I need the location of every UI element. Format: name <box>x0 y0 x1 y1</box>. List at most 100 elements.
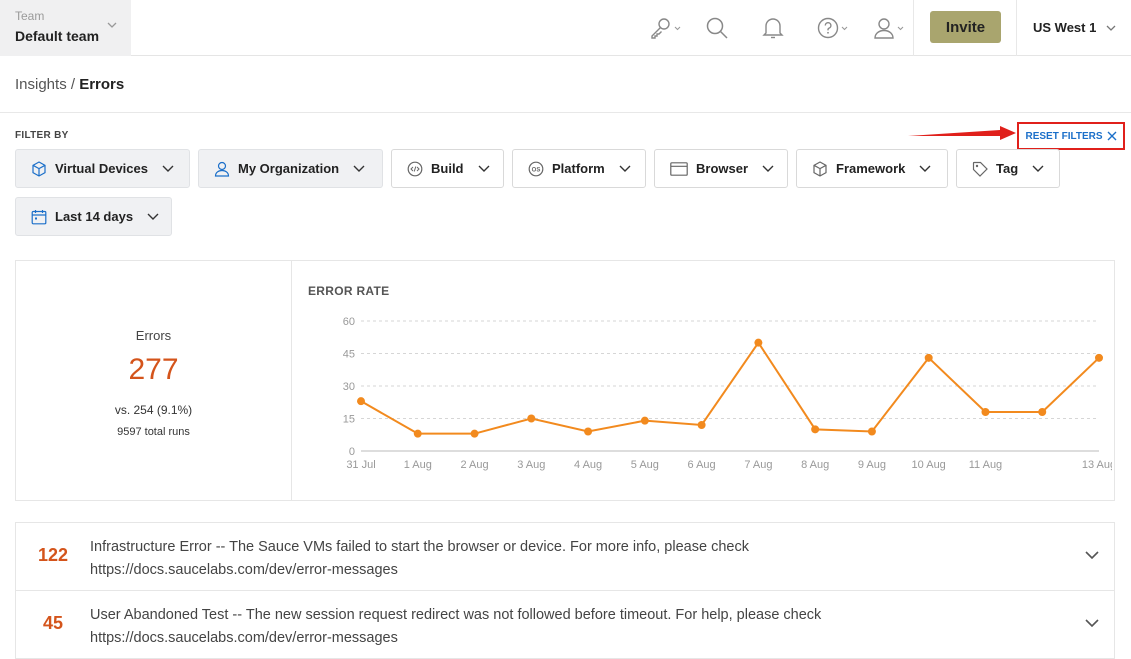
error-message: User Abandoned Test -- The new session r… <box>90 604 1050 650</box>
x-tick-label: 10 Aug <box>912 459 946 471</box>
data-point <box>697 421 706 429</box>
data-point <box>640 416 649 425</box>
error-message-line: Infrastructure Error -- The Sauce VMs fa… <box>90 539 749 555</box>
os-icon: OS <box>528 161 544 176</box>
data-point <box>470 429 479 438</box>
x-tick-label: 11 Aug <box>969 459 1002 471</box>
filter-heading: FILTER BY <box>15 130 69 141</box>
y-tick-label: 0 <box>349 446 355 458</box>
filter-browser[interactable]: Browser <box>654 149 788 188</box>
error-row[interactable]: 45 User Abandoned Test -- The new sessio… <box>15 590 1115 659</box>
breadcrumb-separator: / <box>66 76 80 93</box>
y-tick-label: 30 <box>343 381 355 393</box>
chevron-down-icon <box>919 165 931 172</box>
filter-label: Tag <box>996 161 1019 176</box>
team-label: Team <box>15 9 45 23</box>
breadcrumb: Insights / Errors <box>15 76 124 93</box>
help-menu[interactable] <box>817 14 848 42</box>
browser-window-icon <box>670 161 688 176</box>
x-tick-label: 2 Aug <box>460 459 488 471</box>
tag-icon <box>972 161 988 177</box>
chevron-down-icon[interactable] <box>1085 551 1099 559</box>
cube-icon <box>813 160 827 177</box>
error-count: 122 <box>37 545 69 565</box>
error-docs-link[interactable]: https://docs.saucelabs.com/dev/error-mes… <box>90 559 1050 582</box>
filter-platform[interactable]: OS Platform <box>512 149 646 188</box>
error-row[interactable]: 122 Infrastructure Error -- The Sauce VM… <box>15 522 1115 591</box>
divider <box>1016 0 1017 56</box>
search-icon <box>706 17 728 39</box>
error-count: 45 <box>42 613 64 633</box>
x-tick-label: 31 Jul <box>346 459 375 471</box>
api-key-menu[interactable] <box>648 14 681 42</box>
data-point <box>811 425 820 434</box>
error-message-line: User Abandoned Test -- The new session r… <box>90 607 822 623</box>
x-tick-label: 7 Aug <box>744 459 772 471</box>
filter-label: Last 14 days <box>55 209 134 224</box>
chevron-down-icon <box>478 165 489 172</box>
x-tick-label: 1 Aug <box>404 459 432 471</box>
x-tick-label: 5 Aug <box>631 459 659 471</box>
bell-icon <box>762 18 784 39</box>
account-menu[interactable] <box>873 14 904 42</box>
x-tick-label: 3 Aug <box>517 459 545 471</box>
data-point <box>1038 408 1047 416</box>
chevron-down-icon <box>762 165 774 172</box>
divider <box>0 112 1131 113</box>
x-tick-label: 13 Aug <box>1082 459 1112 471</box>
data-point <box>413 429 422 438</box>
data-point <box>924 353 933 362</box>
errors-comparison: vs. 254 (9.1%) <box>114 403 193 417</box>
help-icon <box>817 17 839 39</box>
key-icon <box>651 18 670 39</box>
team-selector[interactable]: Team Default team <box>0 0 131 56</box>
region-selector[interactable]: US West 1 <box>1033 20 1116 35</box>
chevron-down-icon <box>841 26 848 30</box>
chevron-down-icon[interactable] <box>1085 619 1099 627</box>
svg-text:OS: OS <box>532 167 541 173</box>
reset-filters-label: RESET FILTERS <box>1025 130 1103 142</box>
filter-virtual-devices[interactable]: Virtual Devices <box>15 149 190 188</box>
x-tick-label: 6 Aug <box>688 459 716 471</box>
chevron-down-icon <box>674 26 681 30</box>
filter-label: My Organization <box>238 161 340 176</box>
error-message: Infrastructure Error -- The Sauce VMs fa… <box>90 536 1050 582</box>
user-icon <box>874 18 894 39</box>
reset-filters-button[interactable]: RESET FILTERS <box>1017 122 1125 150</box>
region-label: US West 1 <box>1033 20 1097 35</box>
filter-organization[interactable]: My Organization <box>198 149 383 188</box>
chevron-down-icon <box>107 22 117 28</box>
data-point <box>867 427 876 436</box>
breadcrumb-insights[interactable]: Insights <box>15 76 67 93</box>
filter-framework[interactable]: Framework <box>796 149 948 188</box>
search-button[interactable] <box>705 14 729 42</box>
data-point <box>584 427 593 436</box>
invite-button[interactable]: Invite <box>930 11 1001 43</box>
chevron-down-icon <box>1032 165 1044 172</box>
chevron-down-icon <box>897 26 904 30</box>
chevron-down-icon <box>147 213 159 220</box>
error-summary-card: Errors 277 vs. 254 (9.1%) 9597 total run… <box>15 260 1115 501</box>
total-runs: 9597 total runs <box>117 426 190 438</box>
data-point <box>981 408 990 416</box>
data-point <box>527 414 536 423</box>
error-stats: Errors 277 vs. 254 (9.1%) 9597 total run… <box>16 261 291 500</box>
errors-count: 277 <box>128 353 179 386</box>
errors-title: Errors <box>135 328 172 343</box>
filter-date-range[interactable]: Last 14 days <box>15 197 172 236</box>
chevron-down-icon <box>162 165 174 172</box>
chevron-down-icon <box>353 165 365 172</box>
chart-title: ERROR RATE <box>308 284 390 298</box>
filter-label: Platform <box>552 161 605 176</box>
error-docs-link[interactable]: https://docs.saucelabs.com/dev/error-mes… <box>90 627 1050 650</box>
filter-tag[interactable]: Tag <box>956 149 1060 188</box>
notifications-button[interactable] <box>762 14 784 42</box>
filter-label: Framework <box>836 161 906 176</box>
divider <box>913 0 914 56</box>
top-bar: Team Default team Invite US West 1 <box>0 0 1131 56</box>
team-value: Default team <box>15 28 100 44</box>
filter-build[interactable]: Build <box>391 149 504 188</box>
filter-label: Build <box>431 161 464 176</box>
x-tick-label: 4 Aug <box>574 459 602 471</box>
x-tick-label: 8 Aug <box>801 459 829 471</box>
